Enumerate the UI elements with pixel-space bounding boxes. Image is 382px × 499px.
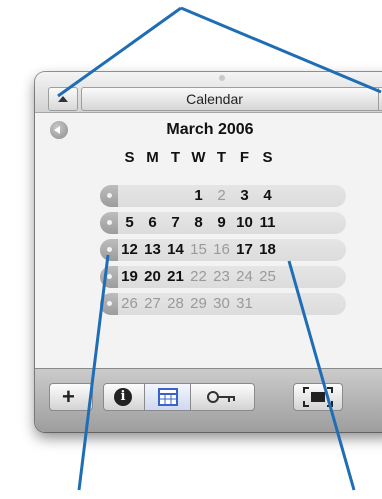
day-cell[interactable]: 21 <box>164 268 187 285</box>
key-button[interactable] <box>190 384 254 410</box>
resize-grip[interactable] <box>219 75 225 81</box>
day-cell[interactable]: 28 <box>164 295 187 312</box>
weekday-label: W <box>191 149 206 166</box>
weekday-label: S <box>262 149 273 166</box>
weekday-header: SMTWTFS <box>118 149 279 166</box>
day-cell[interactable]: 26 <box>118 295 141 312</box>
week-select-button[interactable] <box>100 185 118 207</box>
title-tab[interactable]: Calendar <box>81 87 382 111</box>
calendar-view-icon <box>158 388 178 406</box>
day-cell[interactable]: 3 <box>233 187 256 204</box>
weekday-label: S <box>124 149 135 166</box>
week-select-button[interactable] <box>100 212 118 234</box>
collapse-button[interactable] <box>48 87 78 111</box>
day-cell[interactable]: 27 <box>141 295 164 312</box>
week-row: 12 13 14 15 16 17 18 <box>100 239 346 261</box>
day-cell[interactable]: 15 <box>187 241 210 258</box>
day-cell[interactable]: 1 <box>187 187 210 204</box>
day-cell[interactable]: 22 <box>187 268 210 285</box>
calendar-content: March 2006 SMTWTFS 1 2 3 4 5 6 7 8 9 10 11 12 13 14 15… <box>35 113 382 368</box>
day-cell[interactable]: 24 <box>233 268 256 285</box>
info-button[interactable]: i <box>104 384 144 410</box>
weekday-label: M <box>146 149 159 166</box>
day-cell[interactable]: 9 <box>210 214 233 231</box>
day-cell[interactable]: 29 <box>187 295 210 312</box>
day-cell[interactable]: 23 <box>210 268 233 285</box>
day-cell[interactable]: 2 <box>210 187 233 204</box>
info-icon: i <box>114 388 132 406</box>
panel-titlebar: Calendar <box>35 72 382 113</box>
day-cell[interactable]: 13 <box>141 241 164 258</box>
fullscreen-icon <box>303 387 333 407</box>
day-cell[interactable]: 20 <box>141 268 164 285</box>
previous-month-button[interactable] <box>50 121 68 139</box>
calendar-view-button[interactable] <box>144 384 191 410</box>
day-cell[interactable]: 12 <box>118 241 141 258</box>
day-cell[interactable]: 16 <box>210 241 233 258</box>
title-divider <box>378 88 379 110</box>
week-row: 1234 <box>100 185 346 207</box>
day-cell[interactable]: 11 <box>256 214 279 231</box>
add-icon: + <box>62 384 75 409</box>
week-select-button[interactable] <box>100 266 118 288</box>
weekday-label: T <box>216 149 227 166</box>
fullscreen-button[interactable] <box>293 383 343 411</box>
day-cell[interactable]: 6 <box>141 214 164 231</box>
week-row: 5 6 7 8 9 10 11 <box>100 212 346 234</box>
day-cell[interactable]: 10 <box>233 214 256 231</box>
day-cell[interactable]: 17 <box>233 241 256 258</box>
day-cell[interactable]: 19 <box>118 268 141 285</box>
week-row: 26 27 28 29 30 31 <box>100 293 346 315</box>
week-row: 19 20 21 22 23 24 25 <box>100 266 346 288</box>
weekday-label: T <box>170 149 181 166</box>
day-cell[interactable]: 7 <box>164 214 187 231</box>
day-cell[interactable]: 18 <box>256 241 279 258</box>
view-segmented-control: i <box>103 383 255 411</box>
day-cell[interactable]: 30 <box>210 295 233 312</box>
day-cell[interactable]: 31 <box>233 295 256 312</box>
add-button[interactable]: + <box>49 383 93 411</box>
weekday-label: F <box>239 149 250 166</box>
month-title: March 2006 <box>166 121 254 138</box>
day-cell[interactable]: 25 <box>256 268 279 285</box>
bottom-toolbar: + i <box>35 368 382 432</box>
week-select-button[interactable] <box>100 239 118 261</box>
day-cell[interactable]: 5 <box>118 214 141 231</box>
panel-title: Calendar <box>186 91 243 107</box>
calendar-panel: Calendar March 2006 SMTWTFS 1 2 3 4 5 6 7 8 9 10 1… <box>35 72 382 432</box>
day-cell[interactable]: 8 <box>187 214 210 231</box>
day-cell[interactable]: 14 <box>164 241 187 258</box>
day-cell[interactable]: 4 <box>256 187 279 204</box>
week-select-button[interactable] <box>100 293 118 315</box>
key-icon <box>207 391 235 403</box>
